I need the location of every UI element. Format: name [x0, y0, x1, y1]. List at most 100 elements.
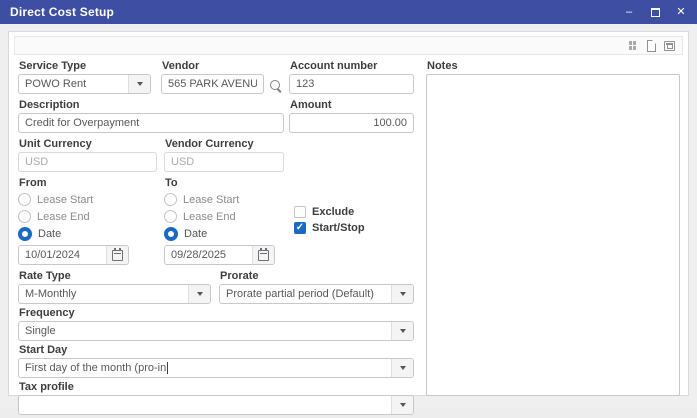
vendor-input[interactable]	[162, 75, 263, 93]
check-icon: ✓	[295, 221, 305, 233]
description-field	[18, 113, 284, 133]
to-date-input[interactable]	[165, 246, 252, 264]
amount-label: Amount	[290, 99, 332, 111]
start-stop-label: Start/Stop	[312, 221, 365, 234]
to-radio-lease-end[interactable]: Lease End	[164, 208, 294, 225]
form-content: Service Type POWO Rent Vendor 565 PARK A…	[9, 55, 688, 418]
description-input[interactable]	[19, 114, 283, 132]
window-title: Direct Cost Setup	[10, 5, 115, 19]
chevron-down-icon	[136, 82, 143, 86]
from-lease-start-label: Lease Start	[37, 193, 94, 206]
vendor-label: Vendor	[162, 60, 200, 72]
start-stop-checkbox-row[interactable]: ✓ Start/Stop	[294, 220, 365, 235]
radio-icon	[164, 210, 177, 223]
prorate-group: Prorate Prorate partial period (Default)	[219, 268, 414, 304]
prorate-label: Prorate	[220, 270, 259, 282]
rate-type-select[interactable]: M-Monthly	[18, 284, 211, 304]
rate-type-value: M-Monthly	[25, 288, 77, 300]
to-date-label: Date	[184, 227, 208, 240]
from-date-picker-button[interactable]	[106, 246, 128, 264]
to-label: To	[165, 177, 178, 189]
window-controls: – ✕	[623, 6, 687, 18]
to-radio-date[interactable]: Date	[164, 225, 294, 242]
direct-cost-setup-window: Direct Cost Setup – ✕ Service Type POWO	[0, 0, 697, 415]
description-group: Description	[18, 97, 284, 133]
vendor-currency-group: Vendor Currency	[164, 136, 284, 172]
from-radio-lease-start[interactable]: Lease Start	[18, 191, 164, 208]
vendor-currency-label: Vendor Currency	[165, 138, 254, 150]
exclude-checkbox[interactable]	[294, 205, 306, 218]
tax-profile-label: Tax profile	[19, 381, 74, 393]
from-group: From Lease Start Lease End Date	[18, 175, 164, 265]
notes-group: Notes	[426, 58, 680, 418]
tax-profile-group: Tax profile	[18, 381, 414, 415]
to-lease-start-label: Lease Start	[183, 193, 240, 206]
unit-currency-group: Unit Currency	[18, 136, 157, 172]
frequency-select[interactable]: Single	[18, 321, 414, 341]
prorate-select[interactable]: Prorate partial period (Default)	[219, 284, 414, 304]
maximize-button[interactable]	[649, 6, 661, 18]
form-left-column: Service Type POWO Rent Vendor 565 PARK A…	[18, 58, 414, 418]
start-day-dropdown-button[interactable]	[391, 359, 413, 377]
start-day-label: Start Day	[19, 344, 68, 356]
rate-type-dropdown-button[interactable]	[188, 285, 210, 303]
calendar-icon[interactable]	[664, 40, 676, 52]
service-type-value: POWO Rent	[25, 78, 87, 90]
rate-type-label: Rate Type	[19, 270, 71, 282]
vendor-group: Vendor	[161, 58, 283, 94]
from-label: From	[19, 177, 47, 189]
to-date-picker-button[interactable]	[252, 246, 274, 264]
to-lease-end-label: Lease End	[183, 210, 236, 223]
notes-textarea[interactable]	[426, 74, 680, 396]
exclude-checkbox-row[interactable]: Exclude	[294, 204, 365, 219]
from-radio-lease-end[interactable]: Lease End	[18, 208, 164, 225]
amount-input[interactable]	[290, 114, 413, 132]
from-date-input[interactable]	[19, 246, 106, 264]
minimize-button[interactable]: –	[623, 6, 635, 18]
account-number-label: Account number	[290, 60, 378, 72]
to-radio-lease-start[interactable]: Lease Start	[164, 191, 294, 208]
service-type-dropdown-button[interactable]	[128, 75, 150, 93]
tax-profile-dropdown-button[interactable]	[391, 396, 413, 414]
start-day-group: Start Day First day of the month (pro-in	[18, 344, 414, 378]
service-type-select[interactable]: POWO Rent	[18, 74, 151, 94]
radio-icon	[18, 193, 31, 206]
unit-currency-input	[19, 153, 156, 171]
description-label: Description	[19, 99, 80, 111]
rate-type-group: Rate Type M-Monthly	[18, 268, 211, 304]
exclude-label: Exclude	[312, 205, 355, 218]
vendor-currency-field	[164, 152, 284, 172]
window-titlebar: Direct Cost Setup – ✕	[0, 0, 697, 24]
document-glyph	[647, 39, 656, 52]
from-radio-date[interactable]: Date	[18, 225, 164, 242]
start-day-select[interactable]: First day of the month (pro-in	[18, 358, 414, 378]
account-number-group: Account number	[289, 58, 414, 94]
chevron-down-icon	[399, 403, 406, 407]
radio-selected-icon	[164, 226, 178, 241]
frequency-value: Single	[25, 325, 56, 337]
grid-icon[interactable]	[628, 40, 640, 52]
amount-group: Amount	[289, 97, 414, 133]
frequency-dropdown-button[interactable]	[391, 322, 413, 340]
frequency-label: Frequency	[19, 307, 75, 319]
close-button[interactable]: ✕	[675, 6, 687, 18]
text-cursor	[167, 362, 169, 374]
unit-currency-field	[18, 152, 157, 172]
frequency-group: Frequency Single	[18, 307, 414, 341]
unit-currency-label: Unit Currency	[19, 138, 92, 150]
dialog-panel: Service Type POWO Rent Vendor 565 PARK A…	[8, 31, 689, 415]
start-stop-checkbox[interactable]: ✓	[294, 221, 306, 234]
to-date-field	[164, 245, 275, 265]
chevron-down-icon	[196, 292, 203, 296]
prorate-dropdown-button[interactable]	[391, 285, 413, 303]
radio-icon	[18, 210, 31, 223]
flags-group: Exclude ✓ Start/Stop	[294, 204, 365, 236]
chevron-down-icon	[399, 366, 406, 370]
maximize-icon	[650, 7, 660, 17]
document-icon[interactable]	[646, 39, 658, 52]
tax-profile-select[interactable]	[18, 395, 414, 415]
vendor-field	[161, 74, 264, 94]
chevron-down-icon	[399, 292, 406, 296]
search-icon[interactable]	[269, 79, 283, 93]
account-number-input[interactable]	[290, 75, 413, 93]
